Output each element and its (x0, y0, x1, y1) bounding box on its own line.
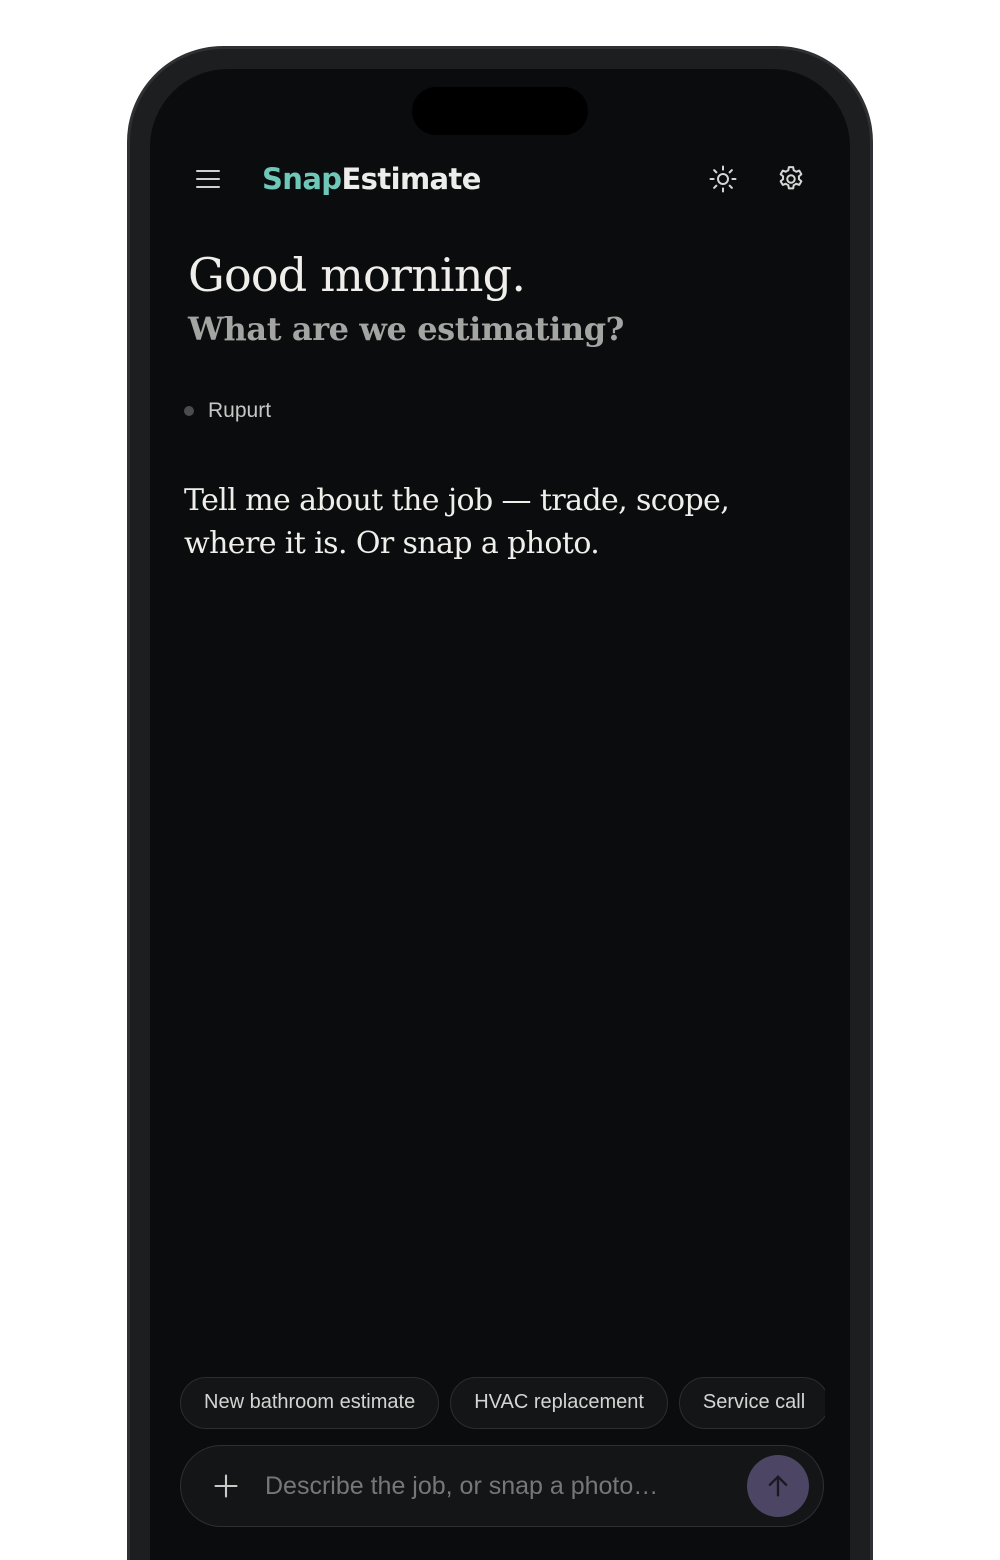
menu-button[interactable] (194, 163, 226, 195)
message-input[interactable] (263, 1464, 733, 1508)
suggestion-chip[interactable]: Service call (678, 1377, 825, 1429)
gear-icon (779, 166, 803, 190)
app-header: SnapEstimate (150, 157, 850, 201)
project-name: Rupurt (208, 399, 272, 422)
greeting-subtitle: What are we estimating? (188, 310, 625, 348)
project-indicator[interactable]: Rupurt (184, 399, 271, 423)
greeting-title: Good morning. (188, 248, 526, 302)
hamburger-menu-icon (196, 170, 220, 172)
sun-icon (709, 165, 737, 193)
message-composer (180, 1445, 824, 1527)
suggestion-chips: New bathroom estimate HVAC replacement Ser… (180, 1377, 825, 1429)
suggestion-chip[interactable]: HVAC replacement (450, 1377, 668, 1429)
app-screen: SnapEstimate Good morning. What are we e… (150, 69, 850, 1560)
send-button[interactable] (747, 1455, 809, 1517)
settings-button[interactable] (771, 159, 811, 199)
assistant-message: Tell me about the job — trade, scope, wh… (184, 483, 730, 561)
add-attachment-button[interactable] (205, 1465, 247, 1507)
suggestion-chip[interactable]: New bathroom estimate (180, 1377, 440, 1429)
dynamic-island (412, 87, 588, 135)
plus-icon (214, 1474, 238, 1498)
logo-snap: Snap (262, 162, 342, 196)
app-logo: SnapEstimate (262, 159, 481, 199)
logo-estimate: Estimate (341, 162, 481, 196)
status-dot-icon (184, 406, 194, 416)
phone-frame: SnapEstimate Good morning. What are we e… (127, 46, 873, 1560)
arrow-up-icon (768, 1475, 788, 1497)
theme-toggle-button[interactable] (703, 159, 743, 199)
